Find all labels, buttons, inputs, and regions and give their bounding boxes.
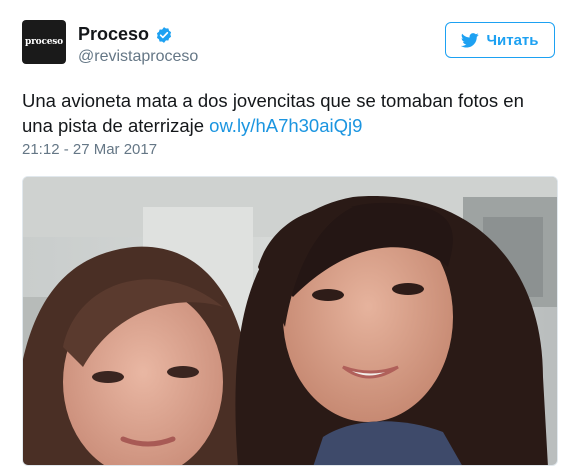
tweet-timestamp[interactable]: 21:12 - 27 Mar 2017: [22, 141, 157, 158]
tweet-text: Una avioneta mata a dos jovencitas que s…: [22, 88, 542, 138]
verified-badge-icon: [155, 26, 173, 44]
avatar[interactable]: proceso: [22, 20, 66, 64]
name-row: Proceso: [78, 24, 173, 45]
tweet-link[interactable]: ow.ly/hA7h30aiQj9: [209, 115, 362, 136]
follow-button[interactable]: Читать: [445, 22, 555, 58]
account-handle[interactable]: @revistaproceso: [78, 48, 198, 66]
display-name[interactable]: Proceso: [78, 24, 149, 45]
avatar-logo-text: proceso: [25, 37, 63, 47]
twitter-bird-icon: [461, 32, 480, 48]
media-card[interactable]: [22, 176, 558, 466]
follow-button-label: Читать: [486, 31, 539, 49]
tweet-photo: [23, 177, 557, 465]
